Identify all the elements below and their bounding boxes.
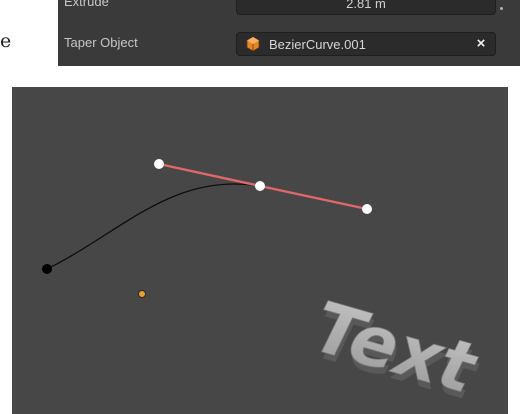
decorator-dot-icon[interactable]: [500, 7, 503, 10]
extrude-row: Extrude 2.81 m: [58, 0, 520, 17]
extrude-field[interactable]: 2.81 m: [236, 0, 496, 15]
cropped-text-fragment: e: [0, 30, 12, 52]
handle-point-right[interactable]: [362, 204, 372, 214]
viewport-canvas: Text Text: [42, 159, 493, 414]
object-data-icon: [246, 36, 260, 52]
object-origin[interactable]: [138, 290, 146, 298]
text-object-face: Text: [297, 288, 491, 408]
taper-object-row: Taper Object BezierCurve.001 ×: [58, 30, 520, 58]
page: e Extrude 2.81 m Taper Object BezierCurv…: [0, 0, 520, 414]
extrude-value: 2.81 m: [346, 0, 386, 11]
handle-point-left[interactable]: [154, 159, 164, 169]
text-object-3d[interactable]: Text Text: [297, 288, 493, 414]
properties-panel: Extrude 2.81 m Taper Object BezierCurve.…: [58, 0, 520, 66]
bezier-curve[interactable]: [46, 183, 261, 270]
control-point-center[interactable]: [255, 181, 265, 191]
clear-button[interactable]: ×: [473, 35, 489, 53]
taper-object-value: BezierCurve.001: [269, 37, 366, 52]
extrude-label: Extrude: [64, 0, 109, 9]
3d-viewport[interactable]: Text Text: [12, 87, 508, 414]
curve-start-point[interactable]: [42, 264, 52, 274]
taper-object-label: Taper Object: [64, 35, 138, 50]
taper-object-field[interactable]: BezierCurve.001 ×: [236, 32, 496, 56]
